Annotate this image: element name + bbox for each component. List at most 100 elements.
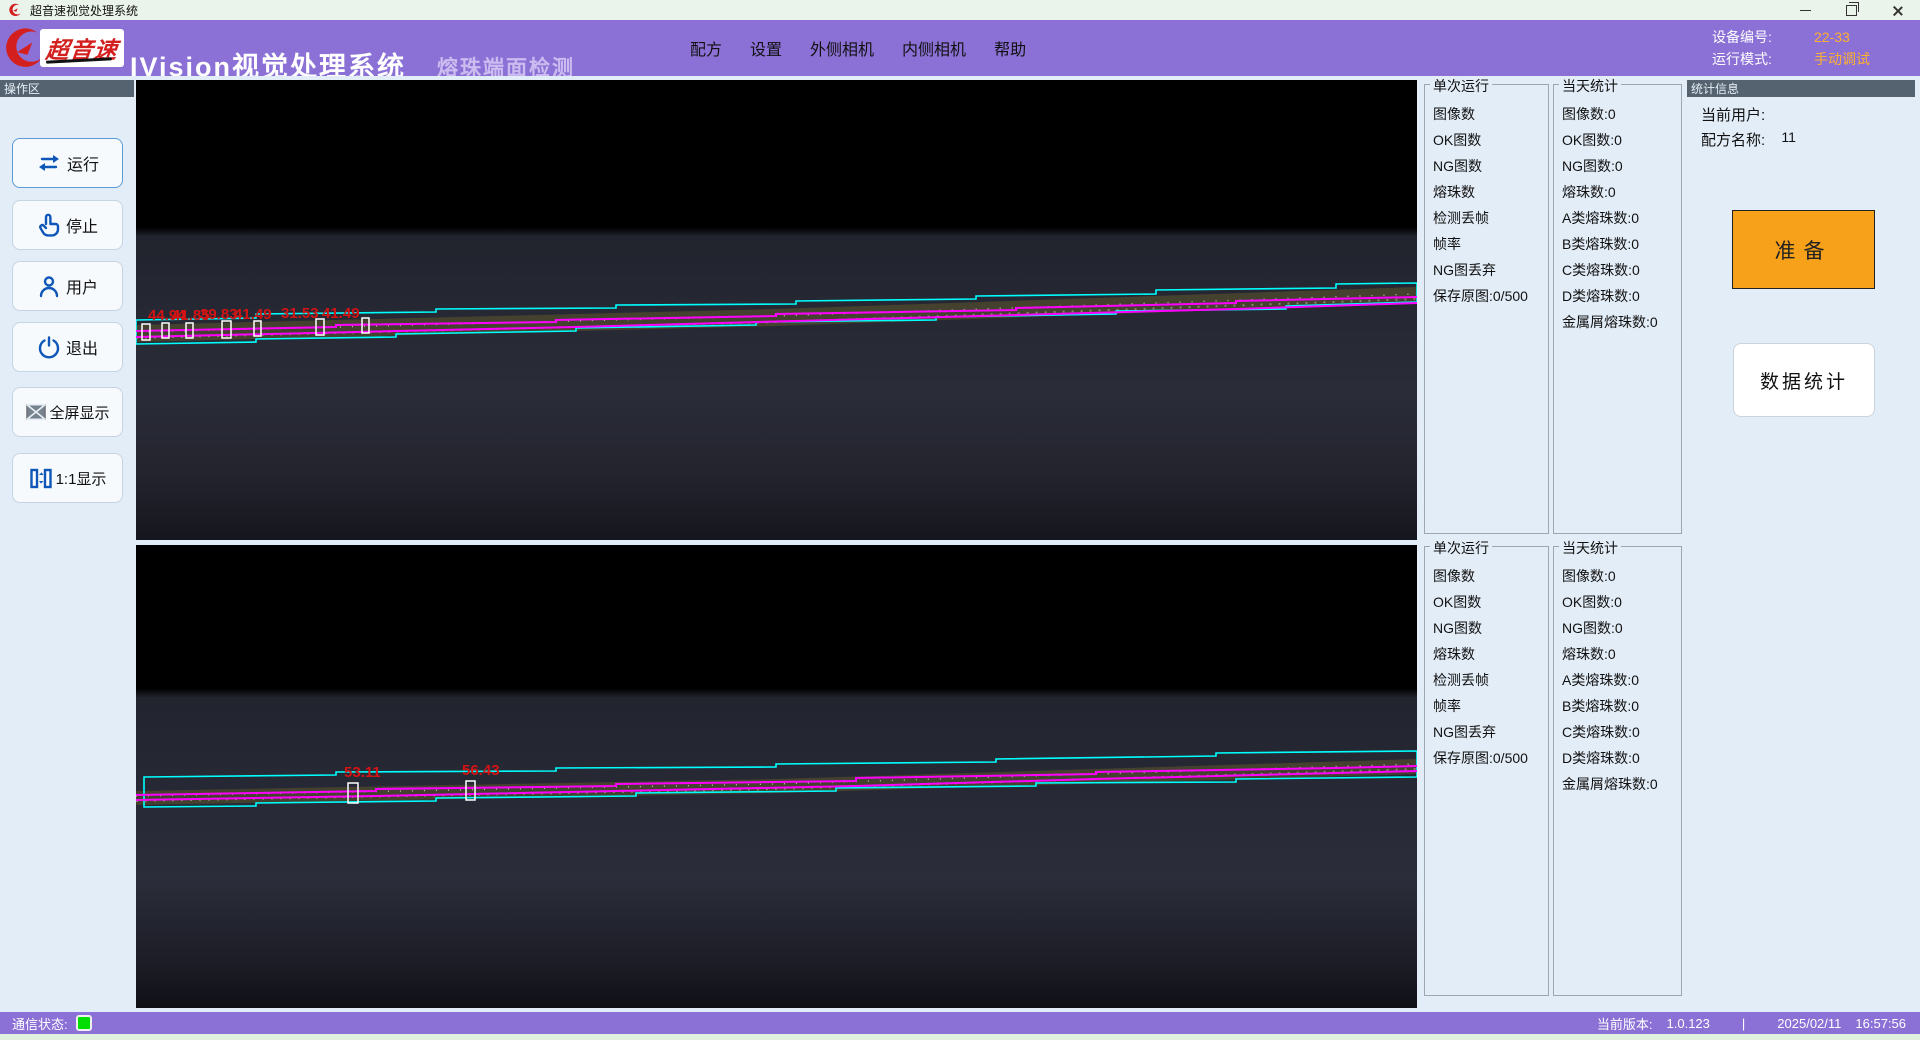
stat-label: D类熔珠数:0	[1562, 283, 1681, 309]
operation-area-title: 操作区	[4, 80, 40, 97]
version-value: 1.0.123	[1667, 1016, 1710, 1031]
run-button[interactable]: 运行	[12, 138, 123, 188]
comm-status-label: 通信状态:	[12, 1014, 68, 1033]
stat-label: NG图数:0	[1562, 615, 1681, 641]
single-run-title: 单次运行	[1430, 538, 1492, 558]
stats-section-top: 单次运行 图像数 OK图数 NG图数 熔珠数 检测丢帧 帧率 NG图丢弃 保存原…	[1421, 76, 1684, 540]
stat-label: 帧率	[1433, 693, 1548, 719]
application-window: 超音速视觉处理系统 超音速 IVision视觉处理系统 熔珠端面检测 配方 设置…	[0, 0, 1920, 1040]
menu-settings[interactable]: 设置	[736, 20, 796, 76]
run-button-label: 运行	[67, 151, 99, 175]
brand-name: 超音速	[44, 31, 120, 65]
power-icon	[37, 335, 61, 359]
run-mode-label: 运行模式:	[1712, 48, 1814, 70]
single-run-group-bottom: 单次运行 图像数 OK图数 NG图数 熔珠数 检测丢帧 帧率 NG图丢弃 保存原…	[1424, 546, 1549, 996]
stat-label: 熔珠数	[1433, 179, 1548, 205]
stat-label: 熔珠数:0	[1562, 179, 1681, 205]
camera-feed-inner: 53.11 56.43	[136, 545, 1417, 1008]
statistics-info-title: 统计信息	[1691, 80, 1739, 97]
user-icon	[37, 274, 61, 298]
stat-label: 检测丢帧	[1433, 667, 1548, 693]
recipe-row: 配方名称: 11	[1701, 129, 1784, 150]
stat-label: NG图丢弃	[1433, 719, 1548, 745]
one-to-one-button[interactable]: 1:1显示	[12, 453, 123, 503]
window-frame-strip	[0, 1034, 1920, 1040]
device-number-value: 22-33	[1814, 26, 1850, 48]
stat-label: NG图数:0	[1562, 153, 1681, 179]
ready-button[interactable]: 准备	[1732, 210, 1875, 289]
stat-label: NG图丢弃	[1433, 257, 1548, 283]
stat-label: 帧率	[1433, 231, 1548, 257]
main-area: 操作区 运行 停止 用户	[0, 76, 1920, 1012]
menu-outer-camera[interactable]: 外侧相机	[796, 20, 888, 76]
run-mode-value: 手动调试	[1814, 48, 1870, 70]
single-run-title: 单次运行	[1430, 76, 1492, 96]
user-button-label: 用户	[66, 274, 98, 298]
stat-label: A类熔珠数:0	[1562, 667, 1681, 693]
stat-label: OK图数	[1433, 127, 1548, 153]
stat-label: 金属屑熔珠数:0	[1562, 771, 1681, 797]
measurement-label: 31.53	[281, 305, 319, 322]
measurement-label: 41.49	[234, 306, 272, 323]
brand-badge: 超音速	[40, 29, 124, 67]
restore-icon	[1846, 5, 1857, 16]
statistics-info-header: 统计信息	[1687, 80, 1915, 97]
close-button[interactable]	[1874, 0, 1920, 20]
restore-button[interactable]	[1828, 0, 1874, 20]
menu-recipe[interactable]: 配方	[676, 20, 736, 76]
fullscreen-button[interactable]: 全屏显示	[12, 387, 123, 437]
statusbar-separator: |	[1742, 1016, 1745, 1031]
exit-button[interactable]: 退出	[12, 322, 123, 372]
fullscreen-icon	[25, 401, 47, 423]
stat-label: 检测丢帧	[1433, 205, 1548, 231]
status-time: 16:57:56	[1855, 1016, 1906, 1031]
header: 超音速 IVision视觉处理系统 熔珠端面检测 配方 设置 外侧相机 内侧相机…	[0, 20, 1920, 76]
stat-label: 熔珠数:0	[1562, 641, 1681, 667]
user-button[interactable]: 用户	[12, 261, 123, 311]
stat-label: C类熔珠数:0	[1562, 257, 1681, 283]
measurement-label: 39.83	[200, 306, 238, 323]
stat-label: OK图数:0	[1562, 589, 1681, 615]
stop-button[interactable]: 停止	[12, 200, 123, 250]
version-label: 当前版本:	[1597, 1014, 1653, 1033]
single-run-group-top: 单次运行 图像数 OK图数 NG图数 熔珠数 检测丢帧 帧率 NG图丢弃 保存原…	[1424, 84, 1549, 534]
data-statistics-button[interactable]: 数据统计	[1733, 343, 1875, 417]
stat-label: 熔珠数	[1433, 641, 1548, 667]
stat-label: OK图数:0	[1562, 127, 1681, 153]
minimize-icon	[1800, 10, 1811, 11]
stat-label: 金属屑熔珠数:0	[1562, 309, 1681, 335]
recipe-name-value: 11	[1781, 129, 1796, 145]
stats-section-bottom: 单次运行 图像数 OK图数 NG图数 熔珠数 检测丢帧 帧率 NG图丢弃 保存原…	[1421, 538, 1684, 1002]
stop-button-label: 停止	[66, 213, 98, 237]
detection-overlay-bottom: 53.11 56.43	[136, 545, 1417, 1008]
stat-label: B类熔珠数:0	[1562, 231, 1681, 257]
stat-label: 保存原图:0/500	[1433, 745, 1548, 771]
stat-label: C类熔珠数:0	[1562, 719, 1681, 745]
daily-stats-group-bottom: 当天统计 图像数:0 OK图数:0 NG图数:0 熔珠数:0 A类熔珠数:0 B…	[1553, 546, 1682, 996]
stat-label: B类熔珠数:0	[1562, 693, 1681, 719]
fullscreen-button-label: 全屏显示	[49, 402, 109, 423]
header-info: 设备编号: 22-33 运行模式: 手动调试	[1712, 26, 1870, 70]
close-icon	[1892, 5, 1903, 16]
daily-stats-title: 当天统计	[1559, 76, 1621, 96]
exit-button-label: 退出	[66, 335, 98, 359]
recipe-name-label: 配方名称:	[1701, 132, 1765, 149]
menu-inner-camera[interactable]: 内侧相机	[888, 20, 980, 76]
app-logo-icon	[8, 3, 22, 17]
stat-label: NG图数	[1433, 153, 1548, 179]
measurement-label: 41.49	[322, 305, 360, 322]
window-title: 超音速视觉处理系统	[30, 2, 138, 19]
device-number-label: 设备编号:	[1712, 26, 1814, 48]
stat-label: 保存原图:0/500	[1433, 283, 1548, 309]
minimize-button[interactable]	[1782, 0, 1828, 20]
comm-status-indicator	[76, 1015, 92, 1031]
current-user-label: 当前用户:	[1701, 107, 1765, 124]
stat-label: D类熔珠数:0	[1562, 745, 1681, 771]
one-to-one-icon	[29, 466, 53, 490]
menu-help[interactable]: 帮助	[980, 20, 1040, 76]
stop-hand-icon	[37, 212, 61, 238]
one-to-one-button-label: 1:1显示	[56, 468, 107, 489]
measurement-label: 53.11	[344, 764, 381, 781]
stat-label: 图像数:0	[1562, 101, 1681, 127]
stat-label: 图像数	[1433, 101, 1548, 127]
